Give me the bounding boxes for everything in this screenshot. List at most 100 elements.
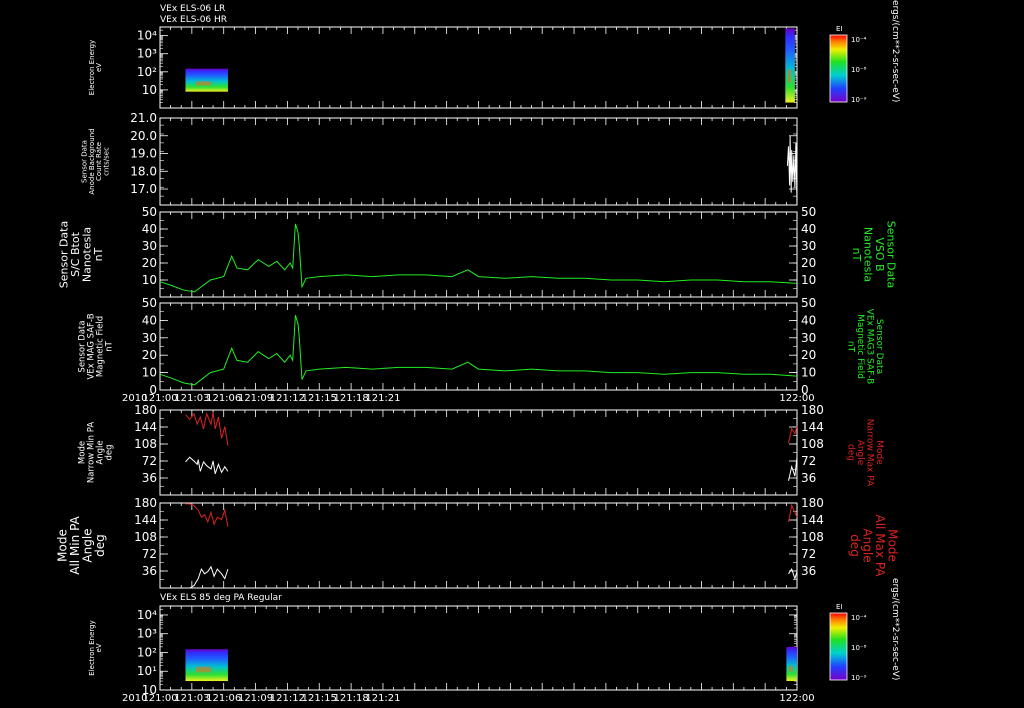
panel-4: 0 010 1020 2030 3040 4050 50121:00121:03121:06… — [122, 296, 816, 404]
series-line-max — [788, 426, 798, 444]
panel-frame — [159, 302, 798, 391]
left-axis-label-3-line: nT — [92, 247, 105, 261]
y-tick-label: 36 — [142, 471, 157, 485]
y-tick-label-right: 50 — [801, 205, 816, 219]
colorbar-top: EI 10⁻⁴ 10⁻⁸ 10⁻⁹ — [829, 25, 867, 104]
y-tick-label: 72 — [142, 454, 157, 468]
panel-6: 36 36 72 72 108 108 144 144 180 180 — [134, 496, 824, 589]
heatmap-block — [185, 649, 228, 682]
colorbar-tick-label: 10⁻⁸ — [851, 66, 867, 74]
y-tick-label-right: 36 — [801, 564, 816, 578]
y-tick-label: 144 — [134, 513, 157, 527]
y-tick-label: 144 — [134, 420, 157, 434]
y-tick-label: 10³ — [137, 47, 157, 61]
left-axis-label-3: Sensor DataS/C BtotNanoteslanT — [58, 221, 106, 288]
panel7-title: VEx ELS 85 deg PA Regular — [160, 593, 282, 603]
panel-frame — [159, 26, 798, 109]
y-tick-label: 50 — [142, 205, 157, 219]
left-axis-label-6: ModeAll Min PAAngledeg — [55, 515, 107, 574]
colorbar-tick-label: 10⁻⁹ — [851, 96, 867, 104]
panel-frame — [159, 409, 798, 496]
y-tick-label-right: 30 — [801, 239, 816, 253]
panel-frame — [159, 211, 798, 298]
x-tick-label: 122:00 — [779, 693, 814, 704]
left-axis-label-7-line: eV — [95, 643, 103, 652]
colorbar-gradient — [829, 34, 848, 103]
y-tick-label: 19.0 — [130, 147, 157, 161]
y-tick-label: 180 — [134, 496, 157, 510]
y-tick-label-right: 10 — [801, 273, 816, 287]
x-tick-label: 121:18 — [334, 693, 369, 704]
right-axis-label-5-line: deg — [846, 444, 856, 461]
panel-frame — [159, 605, 798, 691]
y-tick-label-right: 30 — [801, 331, 816, 345]
panel-3: 10 10 20 20 30 30 40 40 50 50 — [142, 205, 816, 298]
y-tick-label-right: 20 — [801, 256, 816, 270]
right-axis-label-6-line: deg — [848, 534, 862, 557]
colorbar-gradient — [829, 612, 848, 681]
y-tick-label: 21.0 — [130, 111, 157, 125]
y-tick-label-right: 180 — [801, 403, 824, 417]
y-tick-label: 40 — [142, 313, 157, 327]
heatmap-block — [185, 68, 228, 92]
y-tick-label: 10² — [137, 645, 157, 659]
colorbar-tick-label: 10⁻⁴ — [851, 614, 867, 622]
y-tick-label: 10³ — [137, 627, 157, 641]
left-axis-label-1: Electron Energy eV — [88, 40, 103, 95]
heatmap-block — [786, 646, 797, 682]
colorbar-units-bottom: ergs/(cm**2-sr-sec-eV) — [890, 578, 900, 680]
y-tick-label: 10¹ — [137, 664, 157, 678]
y-tick-label: 10 — [142, 366, 157, 380]
x-tick-label: 121:15 — [302, 693, 337, 704]
y-tick-label-right: 40 — [801, 313, 816, 327]
series-line — [159, 315, 798, 386]
y-tick-label: 40 — [142, 222, 157, 236]
x-tick-label: 121:06 — [206, 393, 241, 404]
x-year-label: 2010 — [122, 693, 147, 704]
panel-5: 36 36 72 72 108 108 144 144 180 180 — [134, 403, 824, 496]
left-axis-label-4-line: nT — [104, 340, 114, 351]
y-tick-label: 10 — [142, 273, 157, 287]
y-tick-label-right: 144 — [801, 513, 824, 527]
panel-2: 17.0 18.0 19.0 20.0 21.0 — [130, 111, 798, 206]
y-tick-label: 10⁴ — [137, 608, 157, 622]
left-axis-label-5-line: deg — [104, 444, 114, 460]
y-tick-label-right: 180 — [801, 496, 824, 510]
y-tick-label: 17.0 — [130, 182, 157, 196]
x-tick-label: 121:09 — [238, 693, 273, 704]
colorbar-bottom: EI 10⁻⁴ 10⁻⁸ 10⁻⁹ — [829, 603, 867, 682]
series-line — [786, 135, 798, 204]
y-tick-label: 108 — [134, 437, 157, 451]
colorbar-tick-label: 10⁻⁴ — [851, 36, 867, 44]
heatmap-core — [787, 69, 792, 83]
right-axis-label-3-line: nT — [850, 248, 863, 262]
y-tick-label-right: 40 — [801, 222, 816, 236]
series-line — [159, 223, 798, 293]
plot-canvas: VEx ELS-06 LR VEx ELS-06 HR VEx ELS 85 d… — [55, 0, 900, 704]
heatmap-core — [196, 666, 211, 673]
x-tick-label: 121:06 — [206, 693, 241, 704]
colorbar-title: EI — [836, 25, 843, 33]
header-line-2: VEx ELS-06 HR — [160, 15, 227, 25]
y-tick-label-right: 108 — [801, 437, 824, 451]
right-axis-label-4-line: nT — [846, 341, 856, 353]
left-axis-label-2: Sensor Data Anode Background Count Rate cnt… — [80, 128, 110, 194]
colorbar-tick-label: 10⁻⁹ — [851, 674, 867, 682]
right-axis-label-5: ModeNarrow Max PAAngledeg — [846, 419, 884, 487]
left-axis-label-6-line: deg — [93, 534, 107, 557]
y-tick-label-right: 36 — [801, 471, 816, 485]
x-tick-label: 121:12 — [270, 693, 305, 704]
y-tick-label: 18.0 — [130, 164, 157, 178]
right-axis-label-4: Sensor DataVEx MAG3 SAF-BMagnetic Fieldn… — [846, 309, 884, 385]
left-axis-label-2-line: cnts/sec — [102, 147, 110, 176]
left-axis-label-7: Electron Energy eV — [88, 620, 103, 675]
series-line-max — [788, 503, 798, 522]
y-tick-label: 10⁴ — [137, 29, 157, 43]
header-line-1: VEx ELS-06 LR — [160, 4, 225, 14]
x-tick-label: 121:09 — [238, 393, 273, 404]
y-tick-label: 30 — [142, 239, 157, 253]
x-tick-label: 121:21 — [365, 693, 400, 704]
heatmap-core — [196, 81, 211, 86]
left-axis-label-4: Sensor DataVEx MAG SAF-BMagnetic FieldnT — [78, 313, 115, 379]
y-tick-label: 10² — [137, 65, 157, 79]
